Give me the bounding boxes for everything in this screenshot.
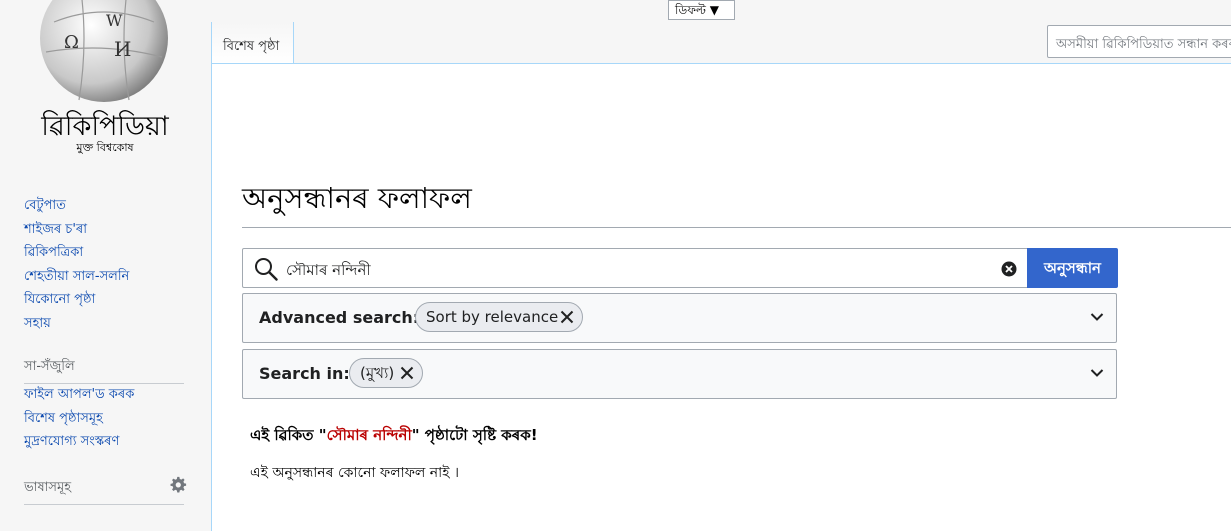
gear-icon[interactable] <box>169 476 187 494</box>
search-value: সৌমাৰ নন্দিনী <box>286 261 371 279</box>
nav-item-printable-version[interactable]: মুদ্ৰণযোগ্য সংস্কৰণ <box>24 430 134 454</box>
create-page-link[interactable]: সৌমাৰ নন্দিনী <box>327 426 412 444</box>
languages-heading: ভাষাসমূহ <box>24 478 184 505</box>
globe-glyph: Ω <box>64 32 79 53</box>
nav-item-recent-changes[interactable]: শেহতীয়া সাল-সলনি <box>24 265 129 289</box>
tab-special-page-label: বিশেষ পৃষ্ঠা <box>223 39 280 54</box>
tab-special-page[interactable]: বিশেষ পৃষ্ঠা <box>211 22 294 64</box>
nav-item-featured[interactable]: শাইজৰ চ'ৰা <box>24 218 129 242</box>
nav-item-newsletter[interactable]: ৱিকিপত্ৰিকা <box>24 241 129 265</box>
namespace-chip-label: (মুখ্য) <box>360 364 395 382</box>
nav-item-upload-file[interactable]: ফাইল আপল'ড কৰক <box>24 383 134 407</box>
sort-chip[interactable]: Sort by relevance <box>415 302 583 332</box>
sidebar: Ω W И ৱিকিপিডিয়া মুক্ত বিশ্বকোষ বেটুপাত… <box>0 0 211 531</box>
tagline: মুক্ত বিশ্বকোষ <box>76 141 134 154</box>
nav-item-main-page[interactable]: বেটুপাত <box>24 194 129 218</box>
create-suffix: " পৃষ্ঠাটো সৃষ্টি কৰক! <box>411 426 538 444</box>
search-in-panel[interactable]: Search in: (মুখ্য) <box>242 349 1117 399</box>
globe-glyph: W <box>106 11 123 30</box>
advanced-search-panel[interactable]: Advanced search: Sort by relevance <box>242 293 1117 343</box>
chevron-down-icon[interactable] <box>1090 312 1104 322</box>
namespace-chip[interactable]: (মুখ্য) <box>349 358 423 388</box>
variant-dropdown[interactable]: ডিফল্ট ▼ <box>668 0 735 20</box>
search-in-label: Search in: <box>259 364 350 383</box>
tools-navigation: ফাইল আপল'ড কৰক বিশেষ পৃষ্ঠাসমূহ মুদ্ৰণযো… <box>24 383 134 454</box>
sort-chip-label: Sort by relevance <box>426 308 559 326</box>
advanced-search-label: Advanced search: <box>259 308 420 327</box>
puzzle-globe-icon: Ω W И <box>40 0 168 102</box>
header-search-input[interactable]: অসমীয়া ৱিকিপিডিয়াত সন্ধান কৰক <box>1047 25 1231 58</box>
page-title: অনুসন্ধানৰ ফলাফল <box>242 181 472 215</box>
title-divider <box>242 227 1231 228</box>
wikipedia-logo[interactable]: Ω W И ৱিকিপিডিয়া মুক্ত বিশ্বকোষ <box>20 0 190 160</box>
chevron-down-icon[interactable] <box>1090 368 1104 378</box>
nav-item-random-page[interactable]: যিকোনো পৃষ্ঠা <box>24 288 129 312</box>
create-page-message: এই ৱিকিত "সৌমাৰ নন্দিনী" পৃষ্ঠাটো সৃষ্টি… <box>250 424 538 449</box>
nav-item-special-pages[interactable]: বিশেষ পৃষ্ঠাসমূহ <box>24 407 134 431</box>
content-area: অনুসন্ধানৰ ফলাফল সৌমাৰ নন্দিনী অনুসন্ধান… <box>211 63 1231 531</box>
main-navigation: বেটুপাত শাইজৰ চ'ৰা ৱিকিপত্ৰিকা শেহতীয়া … <box>24 194 129 335</box>
clear-icon[interactable] <box>1001 261 1017 277</box>
close-icon[interactable] <box>400 366 414 380</box>
create-prefix: এই ৱিকিত " <box>250 426 327 444</box>
no-results-message: এই অনুসন্ধানৰ কোনো ফলাফল নাই । <box>250 465 459 481</box>
globe-glyph: И <box>114 37 131 61</box>
nav-item-help[interactable]: সহায় <box>24 312 129 336</box>
search-button[interactable]: অনুসন্ধান <box>1027 248 1118 288</box>
search-icon <box>255 258 278 281</box>
tools-heading: সা-সঁজুলি <box>24 357 184 384</box>
close-icon[interactable] <box>560 310 574 324</box>
search-input[interactable]: সৌমাৰ নন্দিনী <box>242 248 1028 288</box>
